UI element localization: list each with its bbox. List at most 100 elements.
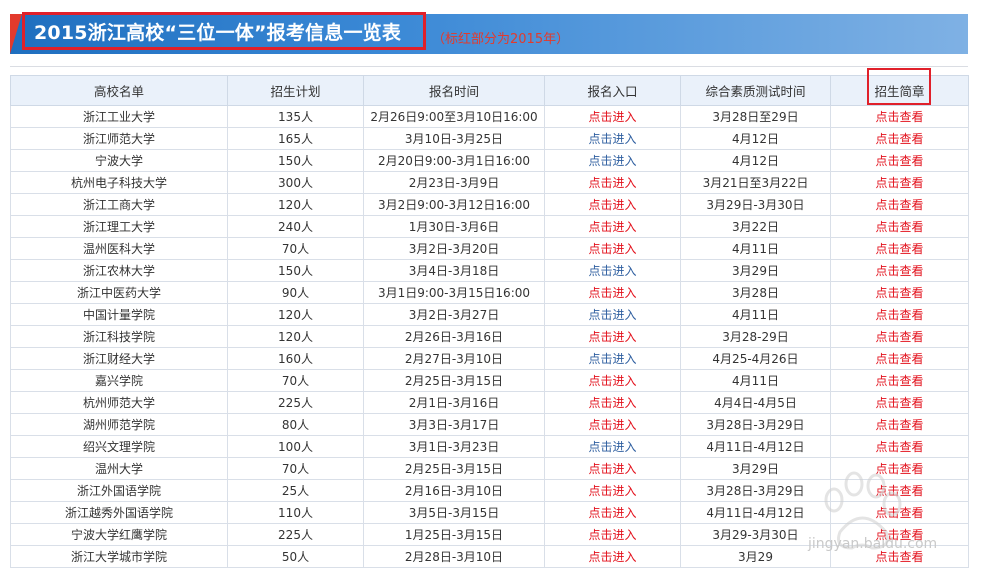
- signup-time: 3月5日-3月15日: [408, 506, 500, 520]
- signup-time-cell: 2月26日9:00至3月10日16:00: [363, 105, 545, 128]
- signup-entry-link[interactable]: 点击进入: [588, 286, 636, 300]
- signup-entry-link-cell: 点击进入: [544, 215, 681, 238]
- divider: [10, 66, 968, 67]
- test-time-cell: 3月28-29日: [680, 325, 831, 348]
- enrollment-plan-cell: 70人: [227, 457, 364, 480]
- brochure-link-cell: 点击查看: [830, 105, 969, 128]
- banner-corner-accent: [10, 14, 22, 54]
- signup-entry-link[interactable]: 点击进入: [588, 264, 636, 278]
- signup-entry-link-cell: 点击进入: [544, 105, 681, 128]
- signup-time: 3月4日-3月18日: [408, 264, 500, 278]
- test-time: 4月11日: [732, 308, 779, 322]
- signup-time-cell: 1月30日-3月6日: [363, 215, 545, 238]
- test-time-cell: 4月25-4月26日: [680, 347, 831, 370]
- brochure-link[interactable]: 点击查看: [875, 352, 923, 366]
- enrollment-plan: 70人: [281, 242, 310, 256]
- table-row: 绍兴文理学院 100人 3月1日-3月23日 点击进入 4月11日-4月12日 点击查看: [10, 435, 969, 458]
- test-time: 3月28日-3月29日: [706, 484, 805, 498]
- brochure-link-cell: 点击查看: [830, 149, 969, 172]
- brochure-link-cell: 点击查看: [830, 369, 969, 392]
- brochure-link[interactable]: 点击查看: [875, 132, 923, 146]
- signup-entry-link[interactable]: 点击进入: [588, 110, 636, 124]
- signup-entry-link[interactable]: 点击进入: [588, 374, 636, 388]
- school-name-cell: 绍兴文理学院: [10, 435, 228, 458]
- signup-entry-link[interactable]: 点击进入: [588, 550, 636, 564]
- enrollment-plan: 120人: [278, 198, 313, 212]
- signup-entry-link[interactable]: 点击进入: [588, 176, 636, 190]
- signup-time-cell: 3月2日9:00-3月12日16:00: [363, 193, 545, 216]
- signup-entry-link[interactable]: 点击进入: [588, 506, 636, 520]
- signup-time-cell: 2月28日-3月10日: [363, 545, 545, 568]
- test-time-cell: 4月11日: [680, 237, 831, 260]
- test-time-cell: 4月12日: [680, 149, 831, 172]
- enrollment-plan: 70人: [281, 462, 310, 476]
- signup-entry-link[interactable]: 点击进入: [588, 132, 636, 146]
- table-row: 杭州师范大学 225人 2月1日-3月16日 点击进入 4月4日-4月5日 点击查看: [10, 391, 969, 414]
- brochure-link[interactable]: 点击查看: [875, 418, 923, 432]
- signup-entry-link-cell: 点击进入: [544, 259, 681, 282]
- table-header-row: 高校名单 招生计划 报名时间 报名入口 综合素质测试时间 招生简章: [10, 75, 969, 106]
- signup-entry-link[interactable]: 点击进入: [588, 220, 636, 234]
- brochure-link[interactable]: 点击查看: [875, 220, 923, 234]
- test-time: 4月11日-4月12日: [706, 440, 805, 454]
- brochure-link-cell: 点击查看: [830, 281, 969, 304]
- signup-entry-link[interactable]: 点击进入: [588, 396, 636, 410]
- brochure-link[interactable]: 点击查看: [875, 396, 923, 410]
- brochure-link[interactable]: 点击查看: [875, 198, 923, 212]
- col-header-plan: 招生计划: [227, 75, 364, 106]
- signup-time-cell: 3月2日-3月20日: [363, 237, 545, 260]
- page-title: 2015浙江高校“三位一体”报考信息一览表: [34, 22, 402, 44]
- enrollment-plan: 135人: [278, 110, 313, 124]
- signup-time: 3月10日-3月25日: [404, 132, 504, 146]
- signup-entry-link[interactable]: 点击进入: [588, 352, 636, 366]
- signup-entry-link-cell: 点击进入: [544, 127, 681, 150]
- signup-entry-link[interactable]: 点击进入: [588, 308, 636, 322]
- signup-entry-link[interactable]: 点击进入: [588, 154, 636, 168]
- school-name: 浙江理工大学: [82, 220, 155, 234]
- signup-entry-link[interactable]: 点击进入: [588, 440, 636, 454]
- signup-entry-link[interactable]: 点击进入: [588, 528, 636, 542]
- signup-entry-link-cell: 点击进入: [544, 501, 681, 524]
- school-name-cell: 宁波大学红鹰学院: [10, 523, 228, 546]
- col-header-signup-time: 报名时间: [363, 75, 545, 106]
- brochure-link[interactable]: 点击查看: [875, 154, 923, 168]
- table-row: 浙江中医药大学 90人 3月1日9:00-3月15日16:00 点击进入 3月28日 点击…: [10, 281, 969, 304]
- signup-time: 2月26日9:00至3月10日16:00: [370, 110, 538, 124]
- signup-entry-link[interactable]: 点击进入: [588, 242, 636, 256]
- signup-entry-link[interactable]: 点击进入: [588, 198, 636, 212]
- test-time: 4月12日: [732, 154, 779, 168]
- test-time-cell: 4月11日: [680, 303, 831, 326]
- brochure-link[interactable]: 点击查看: [875, 440, 923, 454]
- brochure-link[interactable]: 点击查看: [875, 374, 923, 388]
- test-time: 3月21日至3月22日: [702, 176, 809, 190]
- signup-entry-link-cell: 点击进入: [544, 171, 681, 194]
- brochure-link[interactable]: 点击查看: [875, 330, 923, 344]
- school-name: 浙江大学城市学院: [70, 550, 167, 564]
- signup-entry-link[interactable]: 点击进入: [588, 330, 636, 344]
- brochure-link[interactable]: 点击查看: [875, 308, 923, 322]
- signup-entry-link[interactable]: 点击进入: [588, 484, 636, 498]
- brochure-link-cell: 点击查看: [830, 303, 969, 326]
- signup-entry-link[interactable]: 点击进入: [588, 462, 636, 476]
- school-name-cell: 杭州师范大学: [10, 391, 228, 414]
- school-name-cell: 嘉兴学院: [10, 369, 228, 392]
- test-time-cell: 3月29日: [680, 259, 831, 282]
- signup-time-cell: 2月1日-3月16日: [363, 391, 545, 414]
- enrollment-plan: 80人: [281, 418, 310, 432]
- signup-entry-link[interactable]: 点击进入: [588, 418, 636, 432]
- enrollment-plan-cell: 165人: [227, 127, 364, 150]
- enrollment-plan-cell: 225人: [227, 391, 364, 414]
- brochure-link[interactable]: 点击查看: [875, 110, 923, 124]
- enrollment-plan: 225人: [278, 396, 313, 410]
- brochure-link[interactable]: 点击查看: [875, 286, 923, 300]
- brochure-link[interactable]: 点击查看: [875, 242, 923, 256]
- brochure-link[interactable]: 点击查看: [875, 264, 923, 278]
- signup-entry-link-cell: 点击进入: [544, 545, 681, 568]
- signup-time-cell: 3月2日-3月27日: [363, 303, 545, 326]
- signup-entry-link-cell: 点击进入: [544, 479, 681, 502]
- brochure-link[interactable]: 点击查看: [875, 176, 923, 190]
- signup-entry-link-cell: 点击进入: [544, 193, 681, 216]
- brochure-link-cell: 点击查看: [830, 413, 969, 436]
- school-name: 浙江财经大学: [82, 352, 155, 366]
- signup-time: 2月16日-3月10日: [404, 484, 504, 498]
